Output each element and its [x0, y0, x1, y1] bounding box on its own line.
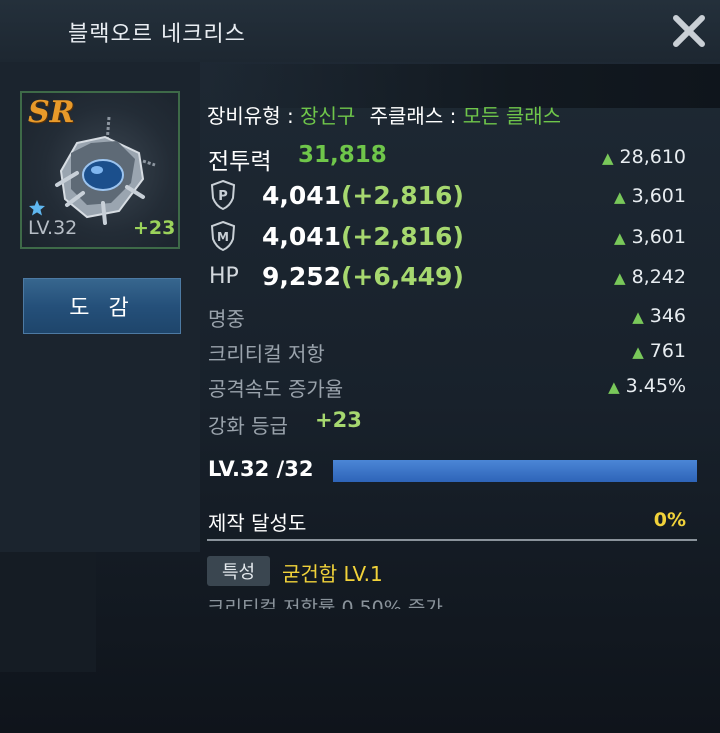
hp-label: HP [209, 264, 239, 289]
magic-delta-value: 3,601 [631, 226, 686, 248]
equip-type-value: 장신구 [300, 104, 356, 128]
hp-delta-value: 8,242 [631, 266, 686, 288]
hp-delta: ▲ 8,242 [614, 266, 686, 288]
svg-text:M: M [217, 230, 229, 244]
up-arrow-icon: ▲ [632, 343, 644, 361]
combat-power-delta: ▲ 28,610 [602, 146, 686, 168]
enhance-grade-value: +23 [315, 408, 362, 432]
item-title: 블랙오르 네크리스 [68, 22, 246, 47]
attack-speed-delta-value: 3.45% [625, 375, 686, 397]
up-arrow-icon: ▲ [614, 269, 626, 287]
p-shield-icon: P [210, 180, 236, 210]
up-arrow-icon: ▲ [608, 378, 620, 396]
star-icon [29, 200, 45, 216]
magic-bonus: (+2,816) [341, 222, 464, 251]
item-card[interactable]: SR LV.32 +23 [20, 91, 180, 249]
main-class-value: 모든 클래스 [462, 104, 562, 128]
enhance-grade-label: 강화 등급 [208, 414, 288, 438]
attack-speed-label: 공격속도 증가율 [208, 377, 344, 401]
m-shield-icon: M [210, 221, 236, 251]
main-class-label: 주클래스 : [369, 104, 457, 128]
level-progress-fill [333, 460, 697, 482]
hp-bonus: (+6,449) [341, 262, 464, 291]
trait-tag: 특성 [207, 556, 270, 586]
level-progress-bar [333, 460, 697, 482]
physical-bonus: (+2,816) [341, 181, 464, 210]
combat-power-delta-value: 28,610 [619, 146, 686, 168]
accuracy-delta-value: 346 [649, 305, 686, 327]
trait-description: 크리티컬 저항률 0.50% 증가 [207, 597, 443, 609]
up-arrow-icon: ▲ [614, 188, 626, 206]
svg-text:P: P [218, 189, 228, 204]
item-enhance: +23 [133, 217, 176, 239]
left-panel-shadow [0, 552, 96, 672]
hp-value: 9,252 [262, 262, 342, 291]
crit-resist-delta: ▲ 761 [632, 340, 686, 362]
accuracy-label: 명중 [208, 307, 245, 331]
crit-resist-label: 크리티컬 저항 [208, 342, 325, 366]
close-icon[interactable] [668, 10, 710, 52]
level-label: LV.32 /32 [208, 457, 314, 481]
physical-value: 4,041 [262, 181, 342, 210]
encyclopedia-button[interactable]: 도 감 [23, 278, 181, 334]
equip-info: 장비유형 : 장신구 주클래스 : 모든 클래스 [207, 100, 561, 129]
combat-power-label: 전투력 [208, 149, 272, 175]
combat-power-value: 31,818 [298, 142, 387, 168]
up-arrow-icon: ▲ [614, 229, 626, 247]
accuracy-delta: ▲ 346 [632, 305, 686, 327]
attack-speed-delta: ▲ 3.45% [608, 375, 686, 397]
necklace-icon [55, 116, 156, 225]
craft-label: 제작 달성도 [208, 511, 307, 535]
divider [207, 539, 697, 541]
physical-delta-value: 3,601 [631, 185, 686, 207]
crit-resist-delta-value: 761 [649, 340, 686, 362]
item-level: LV.32 [28, 217, 78, 239]
trait-name: 굳건함 LV.1 [282, 562, 383, 586]
magic-value: 4,041 [262, 222, 342, 251]
magic-delta: ▲ 3,601 [614, 226, 686, 248]
up-arrow-icon: ▲ [632, 308, 644, 326]
craft-value: 0% [653, 509, 686, 531]
up-arrow-icon: ▲ [601, 149, 614, 167]
physical-delta: ▲ 3,601 [614, 185, 686, 207]
equip-type-label: 장비유형 : [207, 104, 294, 128]
